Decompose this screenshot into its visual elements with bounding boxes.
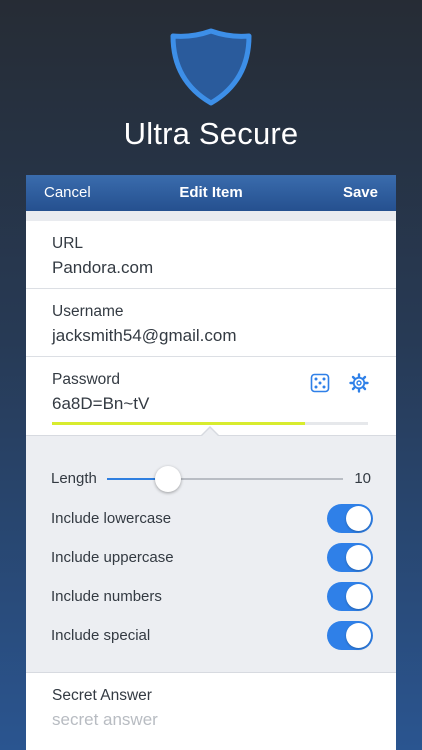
save-button[interactable]: Save bbox=[343, 184, 378, 201]
secret-answer-field[interactable]: Secret Answer secret answer bbox=[26, 673, 396, 743]
toggle-numbers[interactable] bbox=[327, 582, 373, 611]
toggle-special[interactable] bbox=[327, 621, 373, 650]
edit-item-card: Cancel Edit Item Save URL Pandora.com Us… bbox=[26, 175, 396, 750]
toggle-uppercase[interactable] bbox=[327, 543, 373, 572]
option-label: Include special bbox=[51, 627, 151, 644]
option-row-uppercase: Include uppercase bbox=[51, 543, 373, 573]
url-value[interactable]: Pandora.com bbox=[52, 258, 153, 278]
option-label: Include numbers bbox=[51, 588, 162, 605]
secret-answer-label: Secret Answer bbox=[52, 687, 152, 704]
section-spacer bbox=[26, 211, 396, 221]
username-value[interactable]: jacksmith54@gmail.com bbox=[52, 326, 236, 346]
toggle-knob bbox=[346, 506, 371, 531]
option-row-numbers: Include numbers bbox=[51, 582, 373, 612]
length-value: 10 bbox=[354, 470, 371, 487]
toggle-knob bbox=[346, 623, 371, 648]
url-label: URL bbox=[52, 235, 84, 252]
password-generator-panel: Length 10 Include lowercase Include uppe… bbox=[26, 426, 396, 673]
toggle-knob bbox=[346, 545, 371, 570]
password-field[interactable]: Password 6a8D=Bn~tV bbox=[26, 357, 396, 435]
hero-header: Ultra Secure bbox=[0, 0, 422, 175]
toggle-lowercase[interactable] bbox=[327, 504, 373, 533]
username-label: Username bbox=[52, 303, 124, 320]
password-label: Password bbox=[52, 371, 121, 388]
option-row-lowercase: Include lowercase bbox=[51, 504, 373, 534]
app-title: Ultra Secure bbox=[123, 116, 299, 151]
option-label: Include lowercase bbox=[51, 510, 172, 527]
length-row: Length 10 bbox=[51, 464, 373, 494]
length-slider[interactable] bbox=[107, 478, 343, 480]
option-row-special: Include special bbox=[51, 621, 373, 651]
toggle-knob bbox=[346, 584, 371, 609]
cancel-button[interactable]: Cancel bbox=[44, 184, 91, 201]
secret-answer-placeholder[interactable]: secret answer bbox=[52, 710, 158, 730]
shield-logo-icon bbox=[170, 28, 252, 106]
password-value[interactable]: 6a8D=Bn~tV bbox=[52, 394, 149, 414]
password-strength-fill bbox=[52, 422, 305, 425]
gear-icon[interactable] bbox=[349, 373, 369, 393]
length-slider-thumb[interactable] bbox=[155, 466, 182, 492]
dice-icon[interactable] bbox=[310, 373, 330, 393]
password-strength-bar bbox=[52, 422, 368, 425]
username-field[interactable]: Username jacksmith54@gmail.com bbox=[26, 289, 396, 357]
url-field[interactable]: URL Pandora.com bbox=[26, 221, 396, 289]
nav-bar: Cancel Edit Item Save bbox=[26, 175, 396, 211]
option-label: Include uppercase bbox=[51, 549, 174, 566]
panel-notch bbox=[201, 428, 219, 437]
length-label: Length bbox=[51, 470, 97, 487]
